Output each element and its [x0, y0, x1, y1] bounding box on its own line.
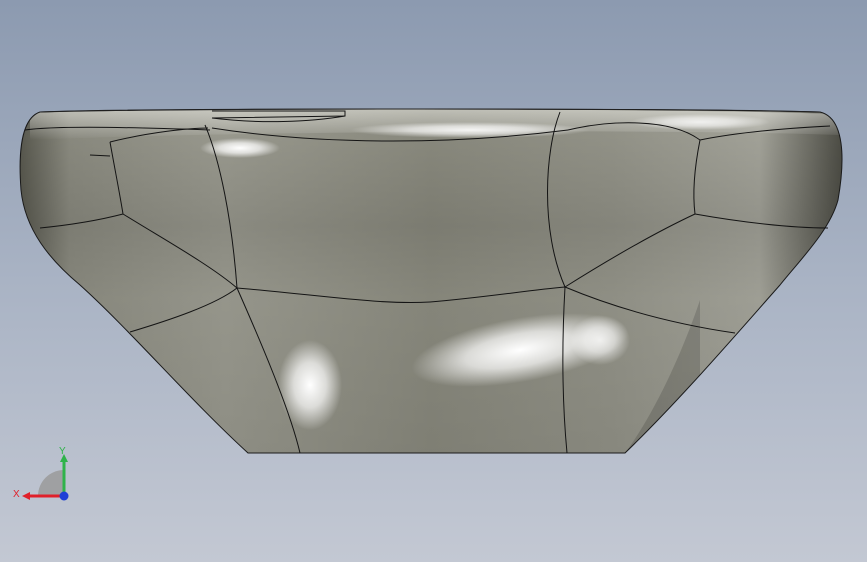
z-axis-icon	[59, 491, 69, 501]
graphics-viewport[interactable]: Y X	[0, 0, 867, 562]
x-axis-label: X	[13, 489, 20, 500]
model-body[interactable]	[0, 100, 867, 460]
3d-model-view[interactable]	[0, 0, 867, 562]
y-axis-label: Y	[59, 446, 66, 457]
triad-plane-icon	[38, 470, 64, 496]
coordinate-triad: Y X	[13, 446, 69, 501]
